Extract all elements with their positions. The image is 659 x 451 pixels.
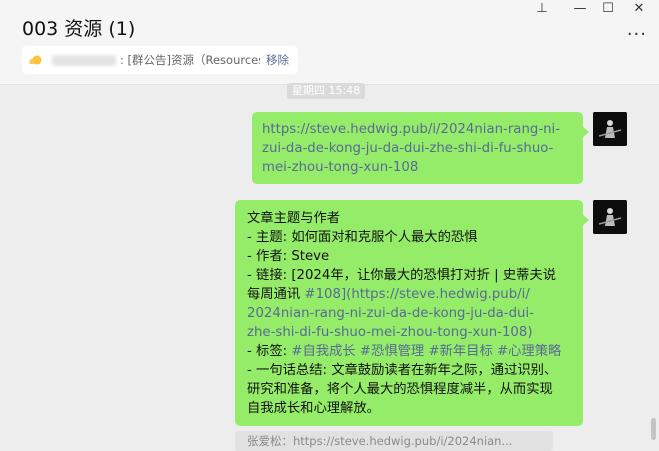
avatar[interactable] (593, 200, 627, 234)
blurred-sender-name (52, 55, 116, 66)
message-line: - 作者: Steve (247, 249, 330, 264)
message-line: 研究和准备，将个人最大的恐惧程度减半，从而实现 (247, 382, 553, 397)
message-link[interactable]: #108](https://steve.hedwig.pub/i/ (304, 287, 529, 302)
guitarist-avatar-icon (593, 112, 627, 146)
message-link-line[interactable]: 2024nian-rang-ni-zui-da-de-kong-ju-da-du… (247, 304, 571, 323)
message-line: 自我成长和心理解放。 (247, 401, 380, 416)
chat-title: 003 资源 (1) (22, 18, 136, 40)
pinned-text: : [群公告]资源（Resources）... (120, 53, 260, 67)
message-line: 文章主题与作者 (247, 211, 341, 226)
message-line: - 标签: #自我成长 #恐惧管理 #新年目标 #心理策略 (247, 342, 571, 361)
maximize-icon[interactable]: ☐ (595, 0, 621, 18)
pin-icon[interactable]: ⊥ (529, 0, 555, 18)
message-line: - 一句话总结: 文章鼓励读者在新年之际，通过识别、 (247, 363, 558, 378)
message-text: 每周通讯 (247, 287, 305, 302)
message-bubble-summary[interactable]: 文章主题与作者 - 主题: 如何面对和克服个人最大的恐惧 - 作者: Steve… (235, 200, 589, 426)
avatar[interactable] (593, 112, 627, 146)
timestamp: 星期四 15:48 (287, 83, 366, 99)
message-line: - 主题: 如何面对和克服个人最大的恐惧 (247, 230, 478, 245)
sun-icon (29, 55, 42, 65)
close-icon[interactable]: ✕ (626, 0, 652, 18)
message-link-line[interactable]: zhe-shi-di-fu-shuo-mei-zhou-tong-xun-108… (247, 323, 571, 342)
quote-preview[interactable]: 张爱松：https://steve.hedwig.pub/i/2024nian.… (235, 431, 553, 451)
message-line: 每周通讯 #108](https://steve.hedwig.pub/i/ (247, 285, 571, 304)
message-link-line[interactable]: zui-da-de-kong-ju-da-dui-zhe-shi-di-fu-s… (262, 139, 573, 158)
message-link-line[interactable]: https://steve.hedwig.pub/i/2024nian-rang… (262, 120, 573, 139)
hashtag-links[interactable]: #自我成长 #恐惧管理 #新年目标 #心理策略 (291, 344, 561, 359)
scrollbar[interactable] (651, 418, 656, 440)
chat-header: 003 资源 (1) ⊥ — ☐ ✕ ··· : [群公告]资源（Resourc… (0, 0, 659, 85)
remove-button[interactable]: 移除 (266, 46, 289, 74)
minimize-icon[interactable]: — (567, 0, 593, 18)
message-text: - 标签: (247, 344, 292, 359)
guitarist-avatar-icon (593, 200, 627, 234)
message-line: - 链接: [2024年，让你最大的恐惧打对折 | 史蒂夫说 (247, 268, 557, 283)
more-icon[interactable]: ··· (627, 24, 647, 45)
message-link-line[interactable]: mei-zhou-tong-xun-108 (262, 158, 573, 177)
message-bubble-link[interactable]: https://steve.hedwig.pub/i/2024nian-rang… (252, 112, 589, 184)
pinned-announcement[interactable]: : [群公告]资源（Resources）... 移除 (22, 46, 298, 74)
